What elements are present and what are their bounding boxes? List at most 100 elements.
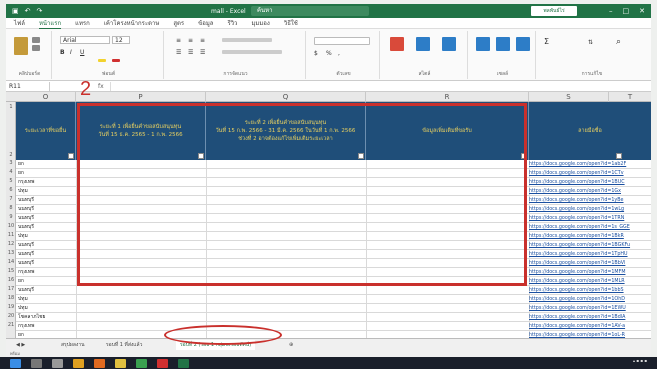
document-link[interactable]: https://docs.google.com/open?id=1yBe [529, 196, 651, 205]
tab-file[interactable]: ไฟล์ [14, 18, 25, 28]
document-link[interactable]: https://docs.google.com/open?id=1MLR [529, 277, 651, 286]
document-link[interactable]: https://docs.google.com/open?id=1wLg [529, 205, 651, 214]
row-number[interactable]: 5 [6, 178, 16, 184]
document-link[interactable]: https://docs.google.com/open?id=1TpHU [529, 250, 651, 259]
province-cell[interactable]: นนทบุรี [16, 214, 76, 223]
row-number[interactable]: 17 [6, 286, 16, 292]
minimize-icon[interactable]: – [609, 7, 613, 15]
number-format-dropdown[interactable] [314, 37, 370, 45]
tab-review[interactable]: รีวิว [227, 18, 237, 28]
province-cell[interactable]: นนทบุรี [16, 196, 76, 205]
tab-home[interactable]: หน้าแรก [38, 18, 62, 29]
excel-taskbar-icon[interactable] [178, 358, 189, 368]
sheet-tab-round-2[interactable]: รอบที่ 2 (รอบ 1 กลุ่มจงรอบทัศน์) [176, 340, 256, 350]
province-cell[interactable]: โชคลาภไชย [16, 313, 76, 322]
document-link[interactable]: https://docs.google.com/open?id=1BdlA [529, 313, 651, 322]
document-link[interactable]: https://docs.google.com/open?id=1BUC [529, 178, 651, 187]
align-center-icon[interactable]: ☰ [188, 49, 193, 56]
col-header-t[interactable]: T [609, 92, 651, 102]
province-cell[interactable]: นนทบุรี [16, 241, 76, 250]
row-number[interactable]: 3 [6, 160, 16, 166]
fill-color-icon[interactable] [98, 59, 106, 62]
chrome-icon[interactable] [73, 358, 84, 368]
row-number[interactable]: 10 [6, 223, 16, 229]
format-as-table-icon[interactable] [416, 37, 430, 51]
row-number[interactable]: 19 [6, 304, 16, 310]
tab-insert[interactable]: แทรก [75, 18, 90, 28]
sort-filter-icon[interactable]: ⇅ [588, 39, 593, 46]
province-cell[interactable]: กรุงเทพ [16, 178, 76, 187]
row-number[interactable]: 20 [6, 313, 16, 319]
row-number[interactable]: 13 [6, 250, 16, 256]
filter-dropdown-icon[interactable] [198, 153, 204, 159]
province-cell[interactable]: ปทุม [16, 187, 76, 196]
align-left-icon[interactable]: ☰ [176, 49, 181, 56]
col-header-s[interactable]: S [529, 92, 609, 102]
align-right-icon[interactable]: ☰ [200, 49, 205, 56]
row-number[interactable]: 8 [6, 205, 16, 211]
filter-dropdown-icon[interactable] [358, 153, 364, 159]
document-link[interactable]: https://docs.google.com/open?id=1s_GGE [529, 223, 651, 232]
row-number[interactable]: 7 [6, 196, 16, 202]
align-bottom-icon[interactable]: ≡ [200, 37, 205, 44]
row-number[interactable]: 4 [6, 169, 16, 175]
province-cell[interactable]: นนทบุรี [16, 223, 76, 232]
fx-icon[interactable]: fx [98, 83, 104, 90]
document-link[interactable]: https://docs.google.com/open?id=1BbVl [529, 259, 651, 268]
sheet-tab-round-1[interactable]: รอบที่ 1 ที่ส่งแล้ว [106, 340, 142, 350]
percent-icon[interactable]: % [326, 50, 332, 57]
row-number[interactable]: 2 [6, 152, 16, 158]
format-cells-icon[interactable] [516, 37, 530, 51]
line-icon[interactable] [136, 358, 147, 368]
document-link[interactable]: https://docs.google.com/open?id=1CTv [529, 169, 651, 178]
bold-button[interactable]: B [60, 49, 65, 56]
font-color-icon[interactable] [112, 59, 120, 62]
merge-center-button[interactable] [222, 50, 282, 54]
close-icon[interactable]: ✕ [639, 7, 645, 15]
province-cell[interactable]: ยก [16, 331, 76, 338]
province-cell[interactable]: กรุงเทพ [16, 268, 76, 277]
document-link[interactable]: https://docs.google.com/open?id=1BGKFu [529, 241, 651, 250]
find-select-icon[interactable]: ⌕ [616, 37, 621, 47]
province-cell[interactable]: ยก [16, 277, 76, 286]
paste-icon[interactable] [14, 37, 28, 55]
redo-icon[interactable]: ↷ [37, 7, 43, 15]
document-link[interactable]: https://docs.google.com/open?id=1ab2F [529, 160, 651, 169]
document-link[interactable]: https://docs.google.com/open?id=1bbS [529, 286, 651, 295]
italic-button[interactable]: I [70, 49, 72, 56]
media-icon[interactable] [157, 358, 168, 368]
start-icon[interactable] [10, 358, 21, 368]
search-box[interactable]: ค้นหา [251, 6, 369, 16]
cell-styles-icon[interactable] [442, 37, 456, 51]
province-cell[interactable]: นนทบุรี [16, 286, 76, 295]
sheet-tab-summary[interactable]: สรุปผลงาน [61, 340, 85, 350]
cut-icon[interactable] [32, 37, 40, 43]
col-header-q[interactable]: Q [206, 92, 366, 102]
tab-formulas[interactable]: สูตร [173, 18, 184, 28]
province-cell[interactable]: นนทบุรี [16, 259, 76, 268]
copy-icon[interactable] [32, 45, 40, 51]
tab-view[interactable]: มุมมอง [251, 18, 269, 28]
autosum-icon[interactable]: Σ [544, 37, 549, 46]
firefox-icon[interactable] [94, 358, 105, 368]
document-link[interactable]: https://docs.google.com/open?id=1OhD [529, 295, 651, 304]
tab-data[interactable]: ข้อมูล [198, 18, 213, 28]
font-size-box[interactable]: 12 [112, 36, 130, 44]
row-number[interactable]: 16 [6, 277, 16, 283]
province-cell[interactable]: ปทุม [16, 304, 76, 313]
filter-dropdown-icon[interactable] [68, 153, 74, 159]
document-link[interactable]: https://docs.google.com/open?id=1oL-R [529, 331, 651, 338]
row-number[interactable]: 11 [6, 232, 16, 238]
province-cell[interactable]: นนทบุรี [16, 250, 76, 259]
document-link[interactable]: https://docs.google.com/open?id=1EWU [529, 304, 651, 313]
task-view-icon[interactable] [52, 358, 63, 368]
row-number[interactable]: 15 [6, 268, 16, 274]
row-number[interactable]: 9 [6, 214, 16, 220]
insert-cells-icon[interactable] [476, 37, 490, 51]
underline-button[interactable]: U [80, 49, 84, 56]
document-link[interactable]: https://docs.google.com/open?id=1AV-a [529, 322, 651, 331]
province-cell[interactable]: กรุงเทพ [16, 322, 76, 331]
col-header-p[interactable]: P [76, 92, 206, 102]
formula-input[interactable] [109, 81, 651, 91]
row-number[interactable]: 1 [6, 104, 16, 110]
